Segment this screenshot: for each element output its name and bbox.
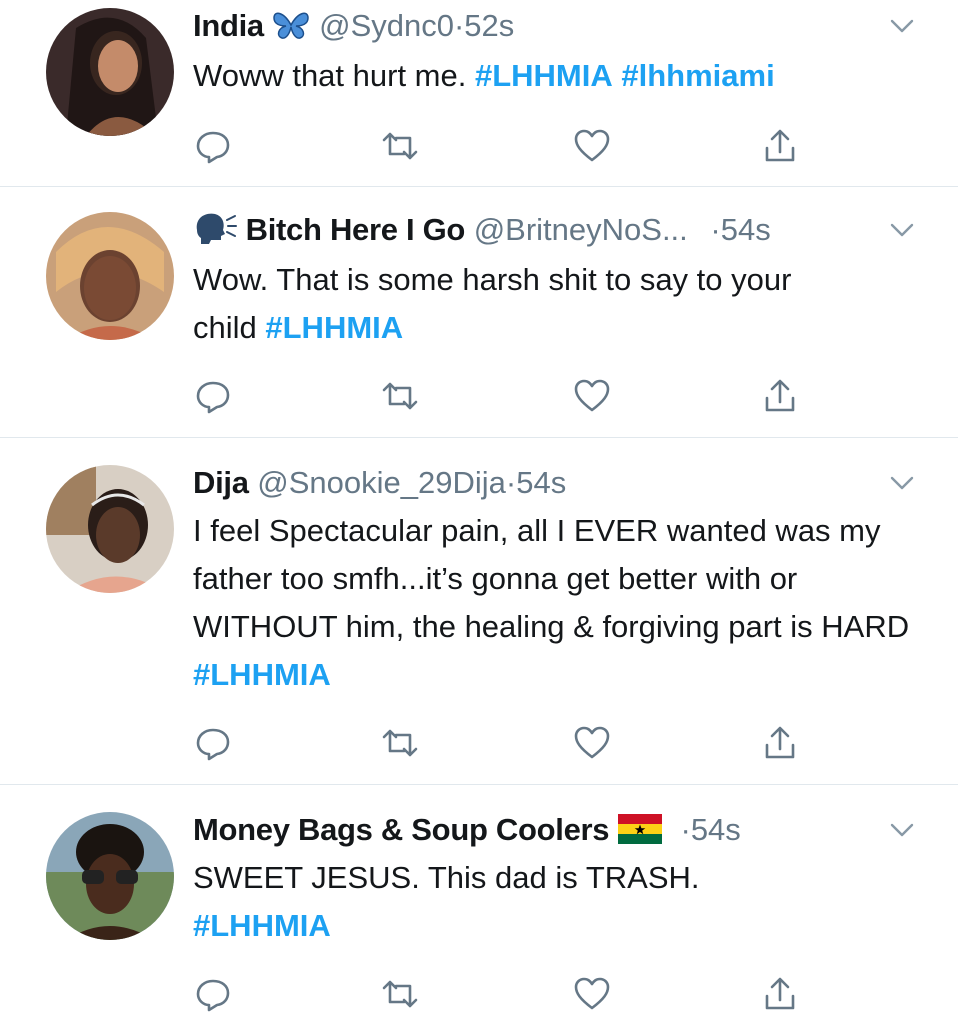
butterfly-emoji-icon <box>273 12 310 39</box>
tweet-header: Bitch Here I Go @BritneyNoS... ·54s <box>193 210 771 250</box>
share-icon <box>765 129 795 162</box>
hashtag-link[interactable]: #lhhmiami <box>621 58 774 93</box>
hashtag-link[interactable]: #LHHMIA <box>193 908 331 943</box>
tweet-header: Money Bags & Soup Coolers ·54s <box>193 810 741 850</box>
avatar[interactable] <box>46 212 174 340</box>
tweet-text: Wow. That is some harsh shit to say to y… <box>193 256 838 352</box>
heart-icon <box>574 129 610 162</box>
tweet-actions <box>0 126 958 166</box>
reply-button[interactable] <box>193 376 233 416</box>
speaking-head-emoji-icon <box>196 213 237 244</box>
timestamp[interactable]: 54s <box>691 812 741 847</box>
avatar[interactable] <box>46 812 174 940</box>
tweet-actions <box>0 376 958 416</box>
like-button[interactable] <box>572 974 612 1014</box>
separator-dot: · <box>680 812 691 847</box>
heart-icon <box>574 379 610 412</box>
heart-icon <box>574 977 610 1010</box>
share-icon <box>765 977 795 1010</box>
tweet-text-content: SWEET JESUS. This dad is TRASH. <box>193 860 700 895</box>
retweet-icon <box>382 729 418 757</box>
heart-icon <box>574 726 610 759</box>
user-handle[interactable]: @BritneyNoS... <box>474 212 688 247</box>
hashtag-link[interactable]: #LHHMIA <box>265 310 403 345</box>
share-button[interactable] <box>760 974 800 1014</box>
like-button[interactable] <box>572 723 612 763</box>
reply-icon <box>196 728 230 761</box>
avatar[interactable] <box>46 465 174 593</box>
share-button[interactable] <box>760 376 800 416</box>
separator-dot: · <box>453 8 465 43</box>
reply-button[interactable] <box>193 723 233 763</box>
retweet-icon <box>382 980 418 1008</box>
separator-dot: · <box>710 212 721 247</box>
reply-icon <box>196 131 230 164</box>
retweet-button[interactable] <box>380 126 420 166</box>
reply-button[interactable] <box>193 974 233 1014</box>
tweet[interactable]: Bitch Here I Go @BritneyNoS... ·54s Wow.… <box>0 186 958 438</box>
tweet[interactable]: India @Sydnc0·52s Woww that hurt me. #LH… <box>0 0 958 187</box>
retweet-button[interactable] <box>380 723 420 763</box>
share-button[interactable] <box>760 723 800 763</box>
retweet-icon <box>382 132 418 160</box>
share-button[interactable] <box>760 126 800 166</box>
tweet-text: Woww that hurt me. #LHHMIA #lhhmiami <box>193 52 918 100</box>
retweet-button[interactable] <box>380 974 420 1014</box>
tweet-text: I feel Spectacular pain, all I EVER want… <box>193 507 930 699</box>
timestamp[interactable]: 54s <box>516 465 566 500</box>
display-name[interactable]: Dija <box>193 465 249 500</box>
tweet-text: SWEET JESUS. This dad is TRASH. #LHHMIA <box>193 854 918 950</box>
like-button[interactable] <box>572 376 612 416</box>
hashtag-link[interactable]: #LHHMIA <box>475 58 613 93</box>
separator-dot: · <box>505 465 517 500</box>
user-handle[interactable]: @Snookie_29Dija <box>257 465 506 500</box>
chevron-down-icon[interactable] <box>888 816 916 844</box>
tweet[interactable]: Money Bags & Soup Coolers ·54s SWEET JES… <box>0 784 958 1024</box>
chevron-down-icon[interactable] <box>888 12 916 40</box>
display-name[interactable]: Money Bags & Soup Coolers <box>193 812 610 847</box>
avatar[interactable] <box>46 8 174 136</box>
hashtag-link[interactable]: #LHHMIA <box>193 657 331 692</box>
share-icon <box>765 379 795 412</box>
like-button[interactable] <box>572 126 612 166</box>
ghana-flag-emoji-icon <box>617 814 662 844</box>
timestamp[interactable]: 54s <box>721 212 771 247</box>
tweet[interactable]: Dija @Snookie_29Dija·54s I feel Spectacu… <box>0 437 958 785</box>
share-icon <box>765 726 795 759</box>
chevron-down-icon[interactable] <box>888 469 916 497</box>
retweet-icon <box>382 382 418 410</box>
reply-button[interactable] <box>193 126 233 166</box>
tweet-actions <box>0 723 958 763</box>
chevron-down-icon[interactable] <box>888 216 916 244</box>
tweet-header: Dija @Snookie_29Dija·54s <box>193 463 566 503</box>
retweet-button[interactable] <box>380 376 420 416</box>
tweet-text-content: Woww that hurt me. <box>193 58 475 93</box>
reply-icon <box>196 381 230 414</box>
tweet-text-content: I feel Spectacular pain, all I EVER want… <box>193 513 910 644</box>
tweet-header: India @Sydnc0·52s <box>193 6 514 46</box>
reply-icon <box>196 979 230 1012</box>
user-handle[interactable]: @Sydnc0 <box>319 8 454 43</box>
timestamp[interactable]: 52s <box>464 8 514 43</box>
tweet-actions <box>0 974 958 1014</box>
display-name[interactable]: India <box>193 8 264 43</box>
display-name[interactable]: Bitch Here I Go <box>246 212 466 247</box>
